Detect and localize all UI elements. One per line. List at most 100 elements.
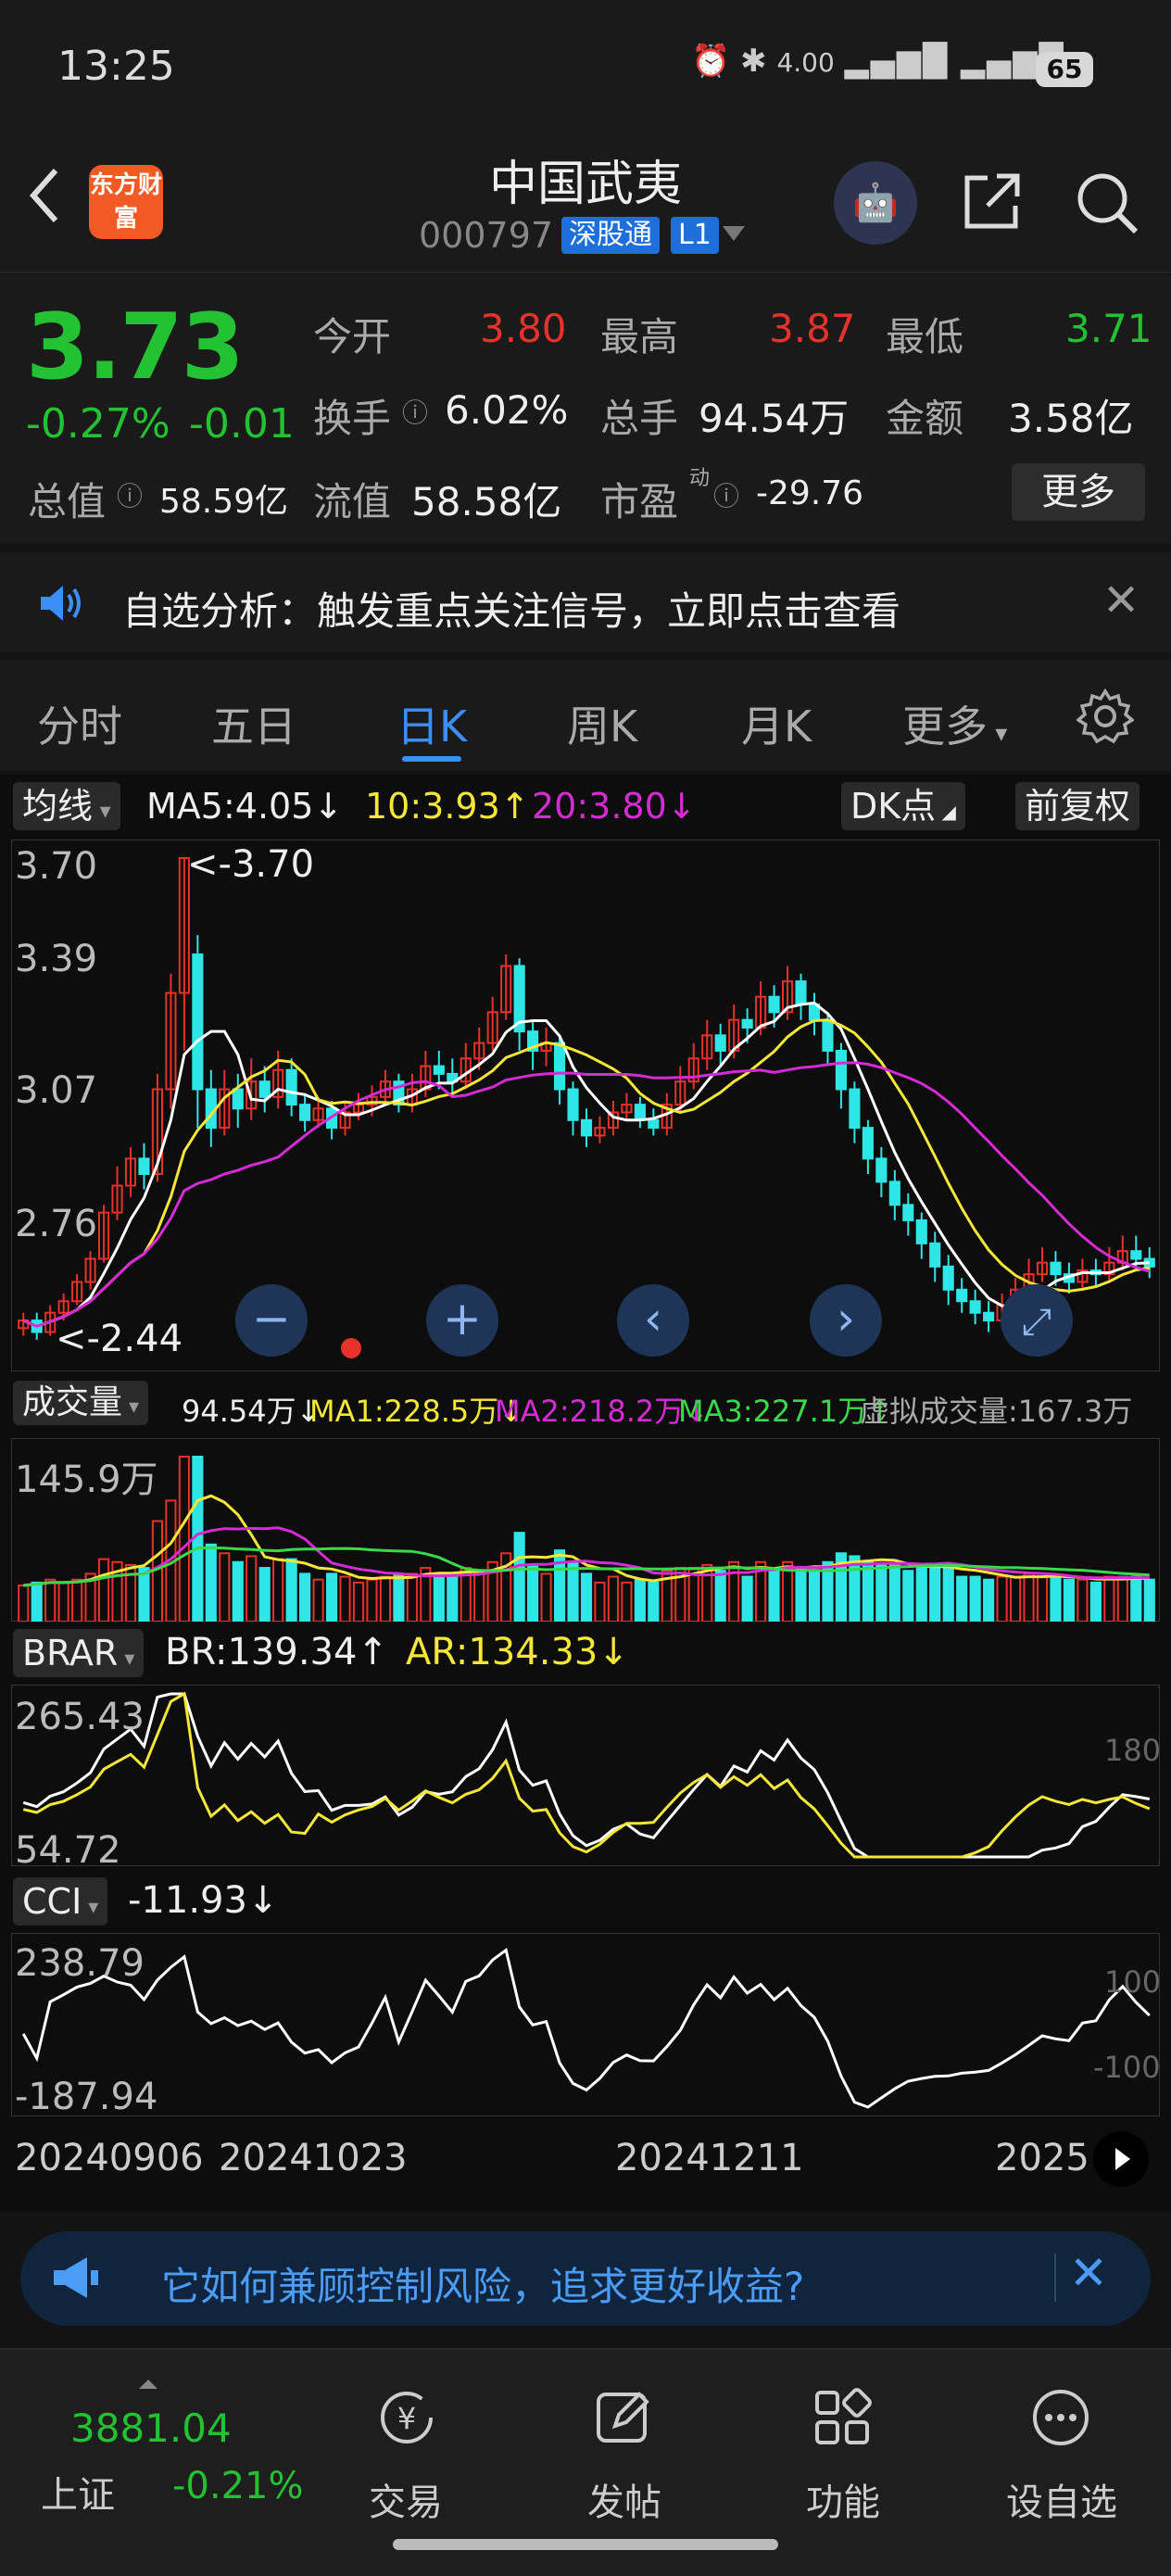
tab-daily-k[interactable]: 日K — [397, 693, 467, 754]
info-icon[interactable]: ⓘ — [117, 476, 143, 513]
volume-bar[interactable] — [888, 1563, 900, 1622]
nav-post[interactable]: 发帖 — [550, 2472, 699, 2526]
volume-bar[interactable] — [325, 1572, 338, 1622]
candle[interactable] — [258, 1080, 271, 1098]
candle[interactable] — [795, 980, 807, 1006]
post-icon[interactable] — [591, 2385, 656, 2450]
info-icon[interactable]: ⓘ — [713, 476, 739, 513]
dk-point-button[interactable]: DK点 ◢ — [841, 782, 965, 830]
volume-bar[interactable] — [1050, 1575, 1062, 1622]
candle[interactable] — [714, 1034, 726, 1052]
volume-bar[interactable] — [285, 1558, 297, 1622]
candle[interactable] — [232, 1088, 244, 1110]
index-name[interactable]: 上证 — [41, 2465, 115, 2519]
volume-bar[interactable] — [205, 1543, 217, 1622]
candle[interactable] — [1050, 1261, 1062, 1276]
candle[interactable] — [875, 1157, 888, 1183]
volume-bar[interactable] — [983, 1578, 995, 1622]
volume-bar[interactable] — [1077, 1578, 1089, 1622]
fullscreen-button[interactable]: ⤢ — [1001, 1284, 1073, 1357]
candle[interactable] — [768, 995, 780, 1014]
level-dropdown-icon[interactable] — [723, 226, 745, 241]
candle[interactable] — [192, 953, 204, 1091]
volume-bar[interactable] — [1023, 1572, 1035, 1622]
tab-weekly-k[interactable]: 周K — [567, 693, 637, 754]
volume-bar[interactable] — [272, 1558, 284, 1622]
volume-bar[interactable] — [808, 1570, 821, 1622]
candle[interactable] — [822, 1018, 834, 1052]
candle[interactable] — [648, 1118, 660, 1130]
volume-bar[interactable] — [138, 1567, 150, 1622]
adjust-button[interactable]: 前复权 — [1015, 782, 1140, 830]
candle[interactable] — [1130, 1250, 1142, 1260]
volume-bar[interactable] — [607, 1575, 620, 1622]
function-icon[interactable] — [810, 2385, 875, 2450]
zoom-in-button[interactable]: + — [426, 1284, 498, 1357]
more-button[interactable]: 更多 — [1012, 463, 1145, 521]
level-tag[interactable]: L1 — [671, 217, 719, 254]
volume-selector[interactable]: 成交量 ▾ — [13, 1381, 149, 1425]
scroll-right-button[interactable]: › — [810, 1284, 882, 1357]
nav-add-watchlist[interactable]: 设自选 — [988, 2472, 1136, 2526]
scroll-left-button[interactable]: ‹ — [617, 1284, 689, 1357]
volume-bar[interactable] — [929, 1563, 941, 1622]
volume-bar[interactable] — [258, 1567, 271, 1622]
add-watchlist-icon[interactable] — [1028, 2385, 1093, 2450]
volume-bar[interactable] — [741, 1575, 753, 1622]
announcement-text[interactable]: 自选分析：触发重点关注信号，立即点击查看 — [122, 580, 900, 637]
volume-bar[interactable] — [1130, 1575, 1142, 1622]
candle[interactable] — [567, 1088, 579, 1121]
volume-bar[interactable] — [232, 1560, 244, 1622]
volume-bar[interactable] — [969, 1575, 981, 1622]
close-icon[interactable]: ✕ — [1069, 2246, 1108, 2300]
volume-bar[interactable] — [1009, 1575, 1022, 1622]
candle[interactable] — [299, 1104, 311, 1121]
volume-bar[interactable] — [714, 1570, 726, 1622]
volume-bar[interactable] — [447, 1575, 459, 1622]
candle[interactable] — [741, 1018, 753, 1029]
volume-bar[interactable] — [875, 1563, 888, 1622]
index-value[interactable]: 3881.04 — [70, 2406, 232, 2451]
volume-bar[interactable] — [701, 1563, 713, 1622]
volume-bar[interactable] — [942, 1563, 954, 1622]
candle[interactable] — [956, 1288, 968, 1303]
ma-selector[interactable]: 均线 ▾ — [13, 782, 120, 830]
candle[interactable] — [285, 1068, 297, 1106]
candle[interactable] — [888, 1181, 900, 1206]
promo-text[interactable]: 它如何兼顾控制风险，追求更好收益? — [161, 2255, 804, 2312]
volume-bar[interactable] — [299, 1572, 311, 1622]
volume-bar[interactable] — [594, 1581, 606, 1622]
volume-bar[interactable] — [57, 1581, 69, 1622]
candle[interactable] — [915, 1219, 927, 1244]
share-button[interactable] — [960, 169, 1025, 234]
volume-bar[interactable] — [1143, 1578, 1155, 1622]
tab-more[interactable]: 更多 ▾ — [902, 693, 1007, 754]
volume-bar[interactable] — [621, 1581, 633, 1622]
brar-selector[interactable]: BRAR ▾ — [13, 1629, 145, 1677]
volume-bar[interactable] — [795, 1567, 807, 1622]
candle[interactable] — [580, 1118, 593, 1137]
volume-bar[interactable] — [768, 1570, 780, 1622]
home-indicator[interactable] — [393, 2539, 778, 2550]
candle[interactable] — [983, 1311, 995, 1322]
volume-bar[interactable] — [178, 1456, 190, 1622]
volume-bar[interactable] — [433, 1572, 445, 1622]
volume-bar[interactable] — [1063, 1578, 1076, 1622]
candle[interactable] — [862, 1127, 874, 1160]
cci-chart[interactable] — [11, 1933, 1160, 2116]
volume-bar[interactable] — [996, 1575, 1008, 1622]
volume-bar[interactable] — [219, 1552, 231, 1622]
volume-bar[interactable] — [406, 1572, 418, 1622]
volume-bar[interactable] — [366, 1578, 378, 1622]
info-icon[interactable]: ⓘ — [402, 393, 428, 430]
candle[interactable] — [942, 1265, 954, 1291]
volume-bar[interactable] — [902, 1570, 914, 1622]
volume-bar[interactable] — [540, 1572, 552, 1622]
volume-bar[interactable] — [44, 1578, 57, 1622]
close-icon[interactable]: ✕ — [1102, 575, 1140, 626]
volume-bar[interactable] — [97, 1558, 110, 1622]
nav-trade[interactable]: 交易 — [332, 2472, 480, 2526]
volume-bar[interactable] — [1116, 1575, 1128, 1622]
volume-bar[interactable] — [915, 1567, 927, 1622]
volume-bar[interactable] — [18, 1585, 30, 1622]
